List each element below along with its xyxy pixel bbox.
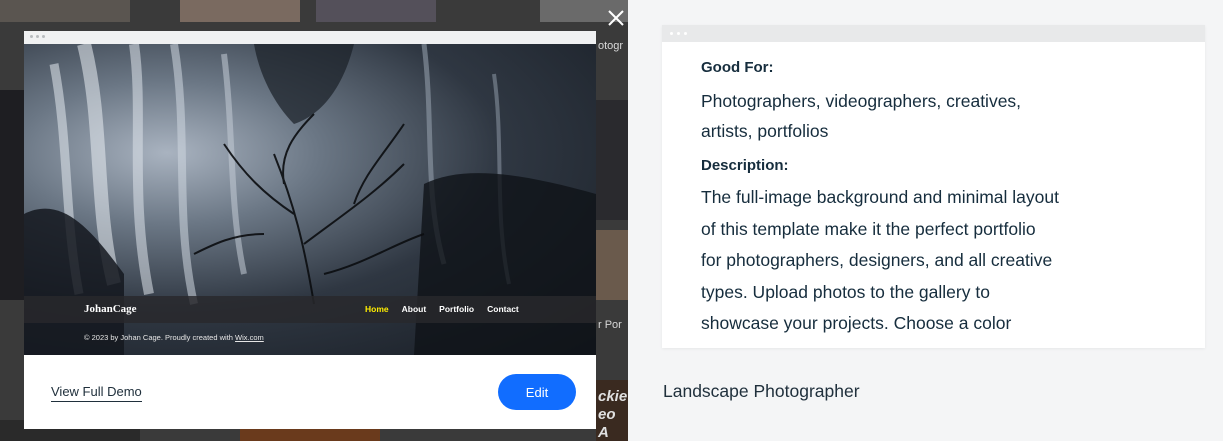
window-dots-icon bbox=[670, 32, 687, 35]
description-line: types. Upload photos to the gallery to bbox=[701, 281, 990, 302]
good-for-line: Photographers, videographers, creatives, bbox=[701, 91, 1022, 111]
good-for-heading: Good For: bbox=[701, 59, 774, 76]
preview-copyright-text: © 2023 by Johan Cage. Proudly created wi… bbox=[84, 333, 236, 342]
window-dots-icon bbox=[30, 35, 45, 38]
preview-nav-portfolio[interactable]: Portfolio bbox=[439, 304, 474, 314]
gallery-thumbnail bbox=[0, 0, 130, 22]
preview-wix-link[interactable]: Wix.com bbox=[235, 333, 264, 342]
background-caption: r Por bbox=[598, 319, 622, 331]
good-for-line: artists, portfolios bbox=[701, 121, 829, 141]
browser-bar bbox=[662, 25, 1205, 42]
preview-nav-home[interactable]: Home bbox=[365, 304, 389, 314]
background-caption-line: ckie bbox=[598, 388, 628, 405]
template-preview-modal: JohanCage Home About Portfolio Contact ©… bbox=[24, 31, 596, 429]
background-caption: ckie eo A ST bbox=[598, 388, 628, 441]
description-line: showcase your projects. Choose a color bbox=[701, 313, 1012, 333]
good-for-text: Photographers, videographers, creatives,… bbox=[701, 86, 1171, 146]
preview-site-header: JohanCage Home About Portfolio Contact bbox=[24, 296, 596, 323]
background-caption-line: eo A bbox=[598, 406, 616, 441]
preview-nav-contact[interactable]: Contact bbox=[487, 304, 519, 314]
gallery-thumbnail bbox=[0, 90, 24, 300]
description-line: The full-image background and minimal la… bbox=[701, 187, 1059, 207]
close-icon[interactable] bbox=[606, 8, 626, 28]
preview-nav: Home About Portfolio Contact bbox=[365, 304, 519, 314]
preview-copyright: © 2023 by Johan Cage. Proudly created wi… bbox=[84, 333, 264, 342]
gallery-thumbnail bbox=[180, 0, 300, 22]
preview-nav-about[interactable]: About bbox=[402, 304, 427, 314]
view-full-demo-link[interactable]: View Full Demo bbox=[51, 384, 142, 402]
template-details-panel: Good For: Photographers, videographers, … bbox=[628, 0, 1223, 441]
template-title[interactable]: Landscape Photographer bbox=[663, 381, 860, 402]
preview-brand-name: JohanCage bbox=[84, 303, 137, 315]
template-info-body: Good For: Photographers, videographers, … bbox=[701, 58, 1171, 340]
template-preview-image: JohanCage Home About Portfolio Contact ©… bbox=[24, 44, 596, 355]
gallery-thumbnail bbox=[316, 0, 436, 22]
description-line: of this template make it the perfect por… bbox=[701, 218, 1036, 239]
description-text: The full-image background and minimal la… bbox=[701, 182, 1171, 340]
edit-button[interactable]: Edit bbox=[498, 374, 576, 410]
background-caption: otogr bbox=[598, 40, 624, 52]
template-preview-overlay: otogr r Por ckie eo A ST bbox=[0, 0, 628, 441]
description-heading: Description: bbox=[701, 157, 789, 174]
description-line: for photographers, designers, and all cr… bbox=[701, 250, 1053, 270]
gallery-thumbnail bbox=[596, 230, 628, 300]
browser-bar bbox=[24, 31, 596, 44]
template-info-card: Good For: Photographers, videographers, … bbox=[662, 25, 1205, 348]
gallery-thumbnail bbox=[596, 100, 628, 220]
modal-footer: View Full Demo Edit bbox=[24, 355, 596, 429]
